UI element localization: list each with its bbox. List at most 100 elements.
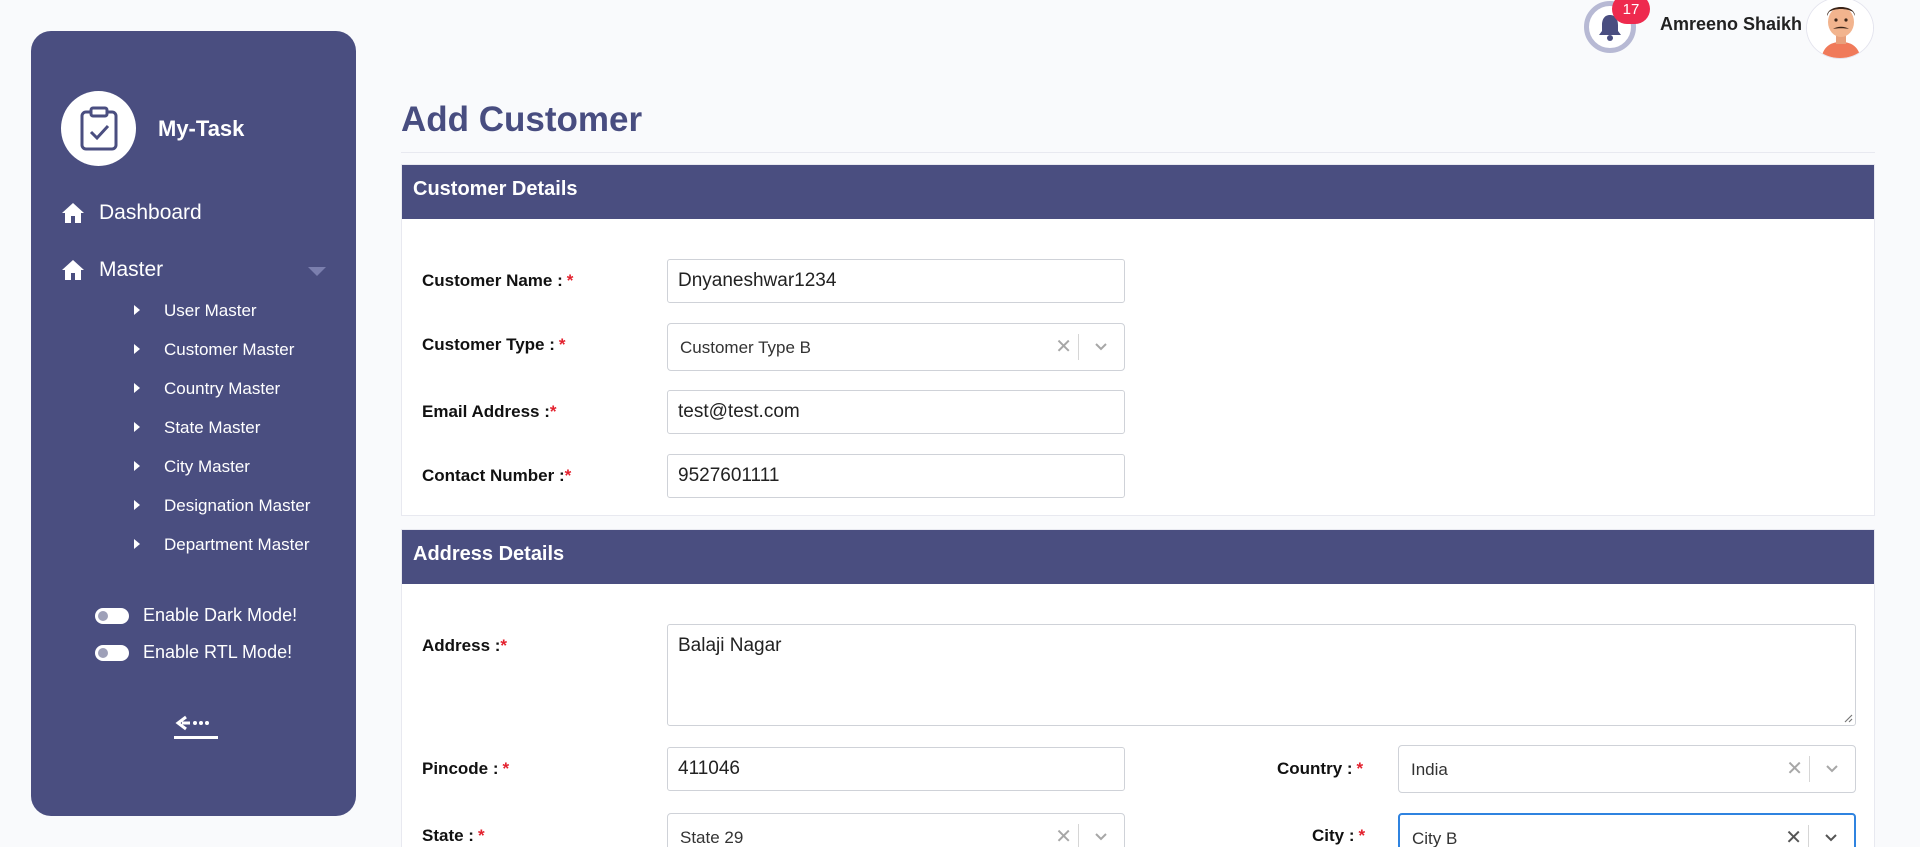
brand[interactable]: My-Task	[61, 91, 244, 166]
email-label: Email Address :*	[422, 402, 556, 422]
submenu-country-master[interactable]: Country Master	[101, 379, 341, 418]
caret-right-icon	[134, 539, 140, 549]
rtl-mode-toggle[interactable]	[95, 644, 129, 661]
label-text: State :	[422, 826, 474, 845]
customer-type-value: Customer Type B	[680, 338, 812, 357]
contact-number-label: Contact Number :*	[422, 466, 571, 486]
caret-right-icon	[134, 500, 140, 510]
dark-mode-toggle[interactable]	[95, 607, 129, 624]
clipboard-check-icon	[61, 91, 136, 166]
submenu-label: State Master	[164, 418, 261, 437]
collapse-sidebar-button[interactable]	[174, 707, 218, 741]
required-marker: *	[1356, 759, 1364, 778]
chevron-down-icon[interactable]	[1824, 831, 1838, 845]
label-text: Customer Name :	[422, 271, 563, 290]
dark-mode-label: Enable Dark Mode!	[143, 605, 298, 625]
customer-name-label: Customer Name : *	[422, 271, 573, 291]
address-textarea[interactable]: Balaji Nagar	[667, 624, 1856, 726]
label-text: Customer Type :	[422, 335, 555, 354]
clear-icon[interactable]: ✕	[1055, 824, 1072, 847]
customer-type-select[interactable]: Customer Type B ✕	[667, 323, 1125, 371]
clear-icon[interactable]: ✕	[1785, 825, 1802, 847]
address-label: Address :*	[422, 636, 507, 656]
state-label: State : *	[422, 826, 485, 846]
address-value: Balaji Nagar	[678, 635, 782, 656]
home-icon	[62, 260, 84, 280]
nav-master[interactable]: Master	[61, 258, 326, 282]
brand-name: My-Task	[158, 115, 245, 141]
home-icon	[62, 203, 84, 223]
state-value: State 29	[680, 828, 744, 847]
address-details-card: Address Details Address :* Balaji Nagar …	[401, 529, 1875, 847]
nav-dashboard[interactable]: Dashboard	[61, 201, 326, 225]
city-value: City B	[1412, 829, 1458, 847]
required-marker: *	[566, 271, 574, 290]
arrow-left-icon	[174, 715, 218, 739]
pincode-field[interactable]: 411046	[667, 747, 1125, 791]
page-title: Add Customer	[401, 100, 643, 139]
customer-name-input[interactable]: Dnyaneshwar1234	[667, 259, 1125, 303]
address-details-heading: Address Details	[402, 530, 1874, 584]
customer-type-label: Customer Type : *	[422, 335, 566, 355]
caret-right-icon	[134, 305, 140, 315]
divider	[401, 152, 1875, 153]
country-label: Country : *	[1277, 759, 1363, 779]
submenu-label: Department Master	[164, 535, 310, 554]
chevron-down-icon[interactable]	[308, 267, 326, 276]
submenu-department-master[interactable]: Department Master	[101, 535, 341, 574]
submenu-city-master[interactable]: City Master	[101, 457, 341, 496]
caret-right-icon	[134, 383, 140, 393]
chevron-down-icon[interactable]	[1094, 340, 1108, 354]
required-marker: *	[1358, 826, 1366, 845]
avatar[interactable]	[1806, 0, 1874, 59]
chevron-down-icon[interactable]	[1094, 830, 1108, 844]
pincode-label: Pincode : *	[422, 759, 509, 779]
country-select[interactable]: India ✕	[1398, 745, 1856, 793]
country-value: India	[1411, 760, 1448, 779]
state-select[interactable]: State 29 ✕	[667, 813, 1125, 847]
sidebar: My-Task Dashboard Master User Master Cus…	[31, 31, 356, 816]
caret-right-icon	[134, 344, 140, 354]
dark-mode-row: Enable Dark Mode!	[95, 605, 297, 626]
contact-number-field[interactable]: 9527601111	[667, 454, 1125, 498]
submenu-state-master[interactable]: State Master	[101, 418, 341, 457]
submenu-customer-master[interactable]: Customer Master	[101, 340, 341, 379]
email-field[interactable]: test@test.com	[667, 390, 1125, 434]
label-text: Country :	[1277, 759, 1353, 778]
label-text: Address :	[422, 636, 501, 655]
clear-icon[interactable]: ✕	[1055, 334, 1072, 359]
customer-details-heading: Customer Details	[402, 165, 1874, 219]
submenu-label: Customer Master	[164, 340, 295, 359]
resize-grip-icon[interactable]	[1843, 713, 1853, 723]
user-name[interactable]: Amreeno Shaikh	[1660, 14, 1802, 35]
user-avatar-icon	[1807, 0, 1873, 58]
nav-master-label: Master	[99, 258, 164, 281]
submenu-label: Country Master	[164, 379, 281, 398]
separator	[1078, 334, 1079, 360]
submenu-label: Designation Master	[164, 496, 311, 515]
required-marker: *	[558, 335, 566, 354]
separator	[1078, 824, 1079, 847]
label-text: Email Address :	[422, 402, 550, 421]
caret-right-icon	[134, 422, 140, 432]
required-marker: *	[502, 759, 510, 778]
separator	[1809, 756, 1810, 782]
required-marker: *	[549, 402, 557, 421]
chevron-down-icon[interactable]	[1825, 762, 1839, 776]
caret-right-icon	[134, 461, 140, 471]
submenu-designation-master[interactable]: Designation Master	[101, 496, 341, 535]
submenu-user-master[interactable]: User Master	[101, 301, 341, 340]
required-marker: *	[500, 636, 508, 655]
rtl-mode-row: Enable RTL Mode!	[95, 642, 292, 663]
separator	[1808, 825, 1809, 847]
nav-dashboard-label: Dashboard	[99, 201, 202, 224]
rtl-mode-label: Enable RTL Mode!	[143, 642, 293, 662]
required-marker: *	[477, 826, 485, 845]
notification-count-badge: 17	[1612, 0, 1650, 24]
city-select[interactable]: City B ✕	[1398, 813, 1856, 847]
master-submenu: User Master Customer Master Country Mast…	[101, 301, 341, 621]
city-label: City : *	[1312, 826, 1365, 846]
required-marker: *	[564, 466, 572, 485]
submenu-label: City Master	[164, 457, 250, 476]
clear-icon[interactable]: ✕	[1786, 756, 1803, 781]
